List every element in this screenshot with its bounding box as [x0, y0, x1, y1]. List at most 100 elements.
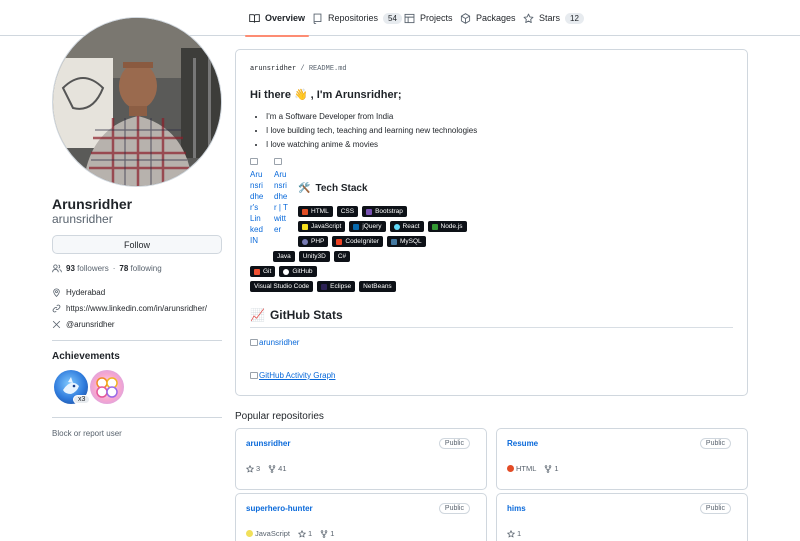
visibility-label: Public [699, 438, 731, 449]
fork-icon [545, 464, 552, 473]
badge-label: jQuery [362, 223, 382, 230]
tab-stars[interactable]: Stars 12 [523, 0, 584, 36]
tab-projects[interactable]: Projects [404, 0, 453, 36]
fork-count: 1 [554, 464, 559, 473]
block-report-link[interactable]: Block or report user [52, 429, 122, 438]
star-count: 1 [517, 529, 522, 538]
follow-button[interactable]: Follow [52, 235, 222, 254]
tab-label: Packages [476, 13, 516, 23]
intro-list: I'm a Software Developer from India I lo… [266, 110, 477, 152]
repo-meta: JavaScript 1 1 [246, 529, 334, 538]
profile-name: Arunsridher [52, 196, 133, 212]
breadcrumb-separator: / [300, 65, 305, 73]
readme-greeting: Hi there 👋 , I'm Arunsridher; [250, 88, 402, 102]
following-link[interactable]: 78 following [119, 264, 161, 273]
forks-link[interactable]: 41 [268, 464, 287, 473]
followers-label: followers [77, 264, 109, 273]
html-badge: HTML [298, 206, 333, 217]
following-label: following [130, 264, 162, 273]
social-link[interactable]: @arunsridher [66, 320, 115, 329]
badge-label: CSS [340, 208, 355, 215]
nodejs-icon [431, 223, 438, 230]
tools-emoji: 🛠️ [298, 183, 311, 194]
badge-label: Eclipse [330, 283, 352, 290]
twitter-alt-text: Arunsridher | Twitter [274, 170, 288, 234]
link-icon [52, 304, 61, 313]
badge-label: Java [277, 253, 291, 260]
stats-image-link[interactable]: arunsridher [250, 338, 299, 347]
location-text: Hyderabad [66, 288, 106, 297]
readme-breadcrumb: arunsridher / README.md [250, 65, 347, 73]
codeigniter-icon [336, 238, 343, 245]
git-badge: Git [250, 266, 276, 277]
yolo-icon [96, 377, 118, 398]
tech-row: HTML CSS Bootstrap [298, 206, 407, 217]
language-label: HTML [516, 464, 537, 473]
popular-repos-title: Popular repositories [235, 411, 324, 422]
php-icon [302, 238, 308, 245]
repo-meta: HTML 1 [507, 464, 559, 473]
achievement-yolo-badge[interactable] [90, 370, 124, 404]
jquery-badge: jQuery [349, 221, 386, 232]
badge-label: Visual Studio Code [254, 283, 310, 290]
javascript-icon [302, 223, 308, 230]
twitter-image-link[interactable]: Arunsridher | Twitter [274, 158, 288, 235]
activity-graph-link[interactable]: GitHub Activity Graph [250, 371, 335, 380]
website-link[interactable]: https://www.linkedin.com/in/arunsridher/ [66, 304, 207, 313]
tab-packages[interactable]: Packages [460, 0, 516, 36]
broken-image-icon [274, 158, 282, 165]
repo-name-link[interactable]: arunsridher [246, 439, 290, 448]
visibility-label: Public [699, 503, 731, 514]
github-stats-heading: 📈 GitHub Stats [250, 308, 343, 322]
badge-label: MySQL [399, 238, 422, 245]
forks-link[interactable]: 1 [320, 529, 334, 538]
fork-count: 41 [278, 464, 287, 473]
nodejs-badge: Node.js [427, 221, 467, 232]
repo-card: arunsridher Public 3 41 [235, 428, 487, 490]
stars-link[interactable]: 1 [507, 529, 521, 538]
visibility-label: Public [438, 503, 470, 514]
language-color-dot [246, 530, 253, 537]
repo-language: JavaScript [246, 529, 290, 538]
badge-label: CodeIgniter [345, 238, 379, 245]
fork-count: 1 [330, 529, 335, 538]
badge-label: NetBeans [363, 283, 392, 290]
github-icon [283, 268, 290, 275]
csharp-badge: C# [333, 251, 351, 262]
stars-link[interactable]: 3 [246, 464, 260, 473]
greeting-text: Hi there [250, 88, 291, 101]
stars-link[interactable]: 1 [298, 529, 312, 538]
list-item: I love building tech, teaching and learn… [266, 124, 477, 138]
tech-row: JavaScript jQuery React Node.js [298, 221, 467, 232]
repo-name-link[interactable]: superhero-hunter [246, 504, 313, 513]
unity3d-badge: Unity3D [298, 251, 330, 262]
star-count: 3 [256, 464, 261, 473]
git-icon [254, 268, 260, 275]
greeting-rest: , I'm Arunsridher; [310, 88, 402, 101]
codeigniter-badge: CodeIgniter [332, 236, 383, 247]
repo-name-link[interactable]: Resume [507, 439, 538, 448]
tab-repositories[interactable]: Repositories 54 [312, 0, 402, 36]
linkedin-image-link[interactable]: Arunsridher's LinkedIN [250, 158, 264, 246]
repo-meta: 3 41 [246, 464, 287, 473]
php-badge: PHP [298, 236, 329, 247]
achievements-title: Achievements [52, 351, 120, 362]
x-logo-icon [52, 320, 61, 329]
github-stats-title: GitHub Stats [269, 308, 343, 322]
badge-label: C# [337, 253, 347, 260]
avatar-photo [53, 18, 221, 186]
list-item: I'm a Software Developer from India [266, 110, 477, 124]
tab-label: Projects [420, 13, 453, 23]
broken-image-icon [250, 371, 258, 379]
linkedin-alt-text: Arunsridher's LinkedIN [250, 170, 264, 245]
repo-card: Resume Public HTML 1 [496, 428, 748, 490]
tab-overview[interactable]: Overview [244, 0, 310, 37]
forks-link[interactable]: 1 [544, 464, 559, 473]
repo-icon [313, 13, 322, 24]
repo-name-link[interactable]: hims [507, 504, 526, 513]
avatar[interactable] [52, 17, 222, 187]
jquery-icon [353, 223, 360, 230]
readme-owner[interactable]: arunsridher [250, 65, 296, 73]
followers-link[interactable]: 93 followers [66, 264, 109, 273]
star-icon [523, 13, 534, 23]
